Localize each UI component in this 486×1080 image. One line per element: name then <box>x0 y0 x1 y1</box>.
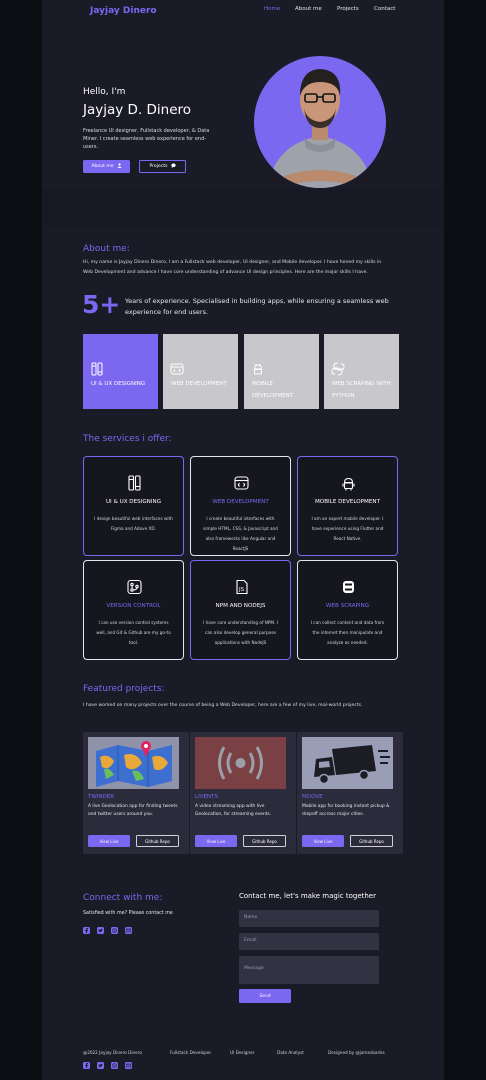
service-title: WEB SCRAPING <box>325 603 370 609</box>
projects-title: Featured projects: <box>83 684 165 694</box>
footer-role-fullstack: Fullstack Developer <box>170 1050 212 1055</box>
profile-avatar <box>254 56 386 188</box>
connect-title: Connect with me: <box>83 893 163 903</box>
android-icon <box>341 475 356 491</box>
name-field[interactable]: Name <box>239 910 379 927</box>
view-live-button[interactable]: View Live <box>88 835 130 847</box>
footer-role-ui: UI Designer <box>230 1050 255 1055</box>
services-title: The services i offer: <box>83 434 172 444</box>
email-field[interactable]: Email <box>239 933 379 950</box>
facebook-icon[interactable] <box>83 927 90 934</box>
skill-ui-ux[interactable]: UI & UX DESIGNING <box>83 334 158 409</box>
service-title: NPM AND NODEJS <box>215 603 266 609</box>
dribbble-icon[interactable] <box>111 927 118 934</box>
android-icon <box>251 362 265 376</box>
skill-label: UI & UX DESIGNING <box>91 381 146 387</box>
service-desc: I am an expert mobile developer. I have … <box>311 516 384 541</box>
skill-label: WEB DEVELOPMENT <box>171 381 227 387</box>
nav-contact[interactable]: Contact <box>374 6 395 12</box>
service-title: UI & UX DESIGNING <box>105 499 162 505</box>
service-card-web-scraping[interactable]: WEB SCRAPING I can collect content and d… <box>297 560 398 660</box>
service-card-ui-ux[interactable]: UI & UX DESIGNING I design beautiful web… <box>83 456 184 556</box>
git-icon <box>127 579 142 595</box>
project-card-twinder: TWINDER A live Geolocation app for findi… <box>83 732 189 854</box>
project-image <box>88 737 179 789</box>
github-repo-button[interactable]: Github Repo <box>136 835 179 847</box>
nav-home[interactable]: Home <box>264 6 280 12</box>
github-repo-button[interactable]: Github Repo <box>243 835 286 847</box>
dribbble-icon[interactable] <box>111 1062 118 1069</box>
service-card-version-control[interactable]: VERSION CONTROL I can use version contro… <box>83 560 184 660</box>
project-title: MOOVE <box>302 794 323 800</box>
pen-tool-icon <box>90 362 104 376</box>
footer-copyright: @2022 Jayjay Dinero Dinero <box>83 1050 142 1055</box>
contact-heading: Contact me, let's make magic together <box>239 892 376 900</box>
skill-label: WEB SCRAPING WITH PYTHON <box>332 381 391 399</box>
footer-role-data: Data Analyst <box>277 1050 304 1055</box>
years-number: 5+ <box>82 290 121 319</box>
view-live-button[interactable]: View Live <box>302 835 344 847</box>
mail-icon[interactable] <box>125 1062 132 1069</box>
project-desc: A live Geolocation app for finding tweet… <box>88 804 178 817</box>
hero-greeting: Hello, I'm <box>83 87 126 97</box>
service-card-npm-node[interactable]: JS NPM AND NODEJS I have core understand… <box>190 560 291 660</box>
project-card-livents: LIVENTS A video streaming app with live … <box>190 732 296 854</box>
svg-text:JS: JS <box>238 587 245 593</box>
project-desc: A video streaming app with live Geolocat… <box>195 804 272 817</box>
service-card-mobile-dev[interactable]: MOBILE DEVELOPMENT I am an expert mobile… <box>297 456 398 556</box>
skill-mobile-dev[interactable]: MOBILE DEVELOPMENT <box>244 334 319 409</box>
project-title: TWINDER <box>88 794 115 800</box>
service-title: WEB DEVELOPMENT <box>212 499 269 505</box>
hero-name: Jayjay D. Dinero <box>83 102 192 118</box>
project-desc: Mobile app for booking instant pickup & … <box>302 804 390 817</box>
python-icon <box>331 362 345 376</box>
skill-web-dev[interactable]: WEB DEVELOPMENT <box>163 334 238 409</box>
project-image <box>302 737 393 789</box>
browser-code-icon <box>170 362 184 376</box>
footer-credit: Designed by @jamesbanks <box>328 1050 385 1055</box>
twitter-icon[interactable] <box>97 1062 104 1069</box>
projects-button[interactable]: Projects <box>139 160 186 173</box>
mail-icon[interactable] <box>125 927 132 934</box>
service-desc: I have core understanding of NPM. I can … <box>203 620 278 645</box>
facebook-icon[interactable] <box>83 1062 90 1069</box>
send-button[interactable]: Send <box>239 989 291 1003</box>
twitter-icon[interactable] <box>97 927 104 934</box>
person-icon <box>117 163 122 170</box>
hero-tagline: Freelance UI designer, Fullstack develop… <box>83 128 210 150</box>
about-me-button[interactable]: About me <box>83 160 130 173</box>
project-image <box>195 737 286 789</box>
brand-logo[interactable]: Jayjay Dinero <box>90 6 157 16</box>
message-field[interactable]: Message <box>239 956 379 984</box>
service-title: MOBILE DEVELOPMENT <box>314 499 380 505</box>
years-text: Years of experience. Specialised in buil… <box>125 297 389 316</box>
chat-icon <box>170 163 176 170</box>
projects-label: Projects <box>149 164 168 169</box>
service-desc: I can use version control systems well, … <box>96 620 171 645</box>
skill-label: MOBILE DEVELOPMENT <box>252 381 294 399</box>
project-title: LIVENTS <box>195 794 218 800</box>
projects-text: I have worked on many projects over the … <box>83 703 363 708</box>
view-live-button[interactable]: View Live <box>195 835 237 847</box>
npm-icon: JS <box>234 579 249 595</box>
nav-projects[interactable]: Projects <box>337 6 359 12</box>
service-title: VERSION CONTROL <box>106 603 161 609</box>
pen-tool-icon <box>127 475 142 491</box>
service-card-web-dev[interactable]: WEB DEVELOPMENT I create beautiful inter… <box>190 456 291 556</box>
github-repo-button[interactable]: Github Repo <box>350 835 393 847</box>
browser-code-icon <box>234 475 249 491</box>
skill-web-scraping[interactable]: WEB SCRAPING WITH PYTHON <box>324 334 399 409</box>
service-desc: I can collect content and data from the … <box>310 620 385 645</box>
project-card-moove: MOOVE Mobile app for booking instant pic… <box>297 732 403 854</box>
about-text: Hi, my name is Jayjay Dinero Dinero, I a… <box>83 260 382 275</box>
connect-subtitle: Satisfied with me? Please contact me <box>83 911 173 916</box>
nav-about[interactable]: About me <box>295 6 322 12</box>
portfolio-page: Jayjay Dinero Home About me Projects Con… <box>42 0 444 1080</box>
about-me-label: About me <box>91 164 114 169</box>
service-desc: I create beautiful interfaces with simpl… <box>203 516 278 551</box>
hero-band <box>42 188 444 230</box>
python-icon <box>341 579 356 595</box>
service-desc: I design beautiful web interfaces with F… <box>94 516 173 531</box>
about-title: About me: <box>83 244 130 254</box>
